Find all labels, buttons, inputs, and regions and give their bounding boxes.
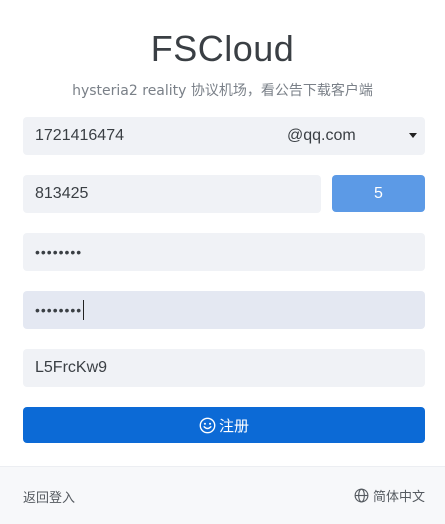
globe-icon: [354, 488, 369, 503]
send-code-button[interactable]: 5: [332, 175, 425, 212]
verification-code-value: 813425: [35, 185, 89, 202]
captcha-input[interactable]: L5FrcKw9: [23, 349, 425, 387]
language-label: 简体中文: [372, 490, 425, 505]
captcha-value: L5FrcKw9: [35, 359, 108, 376]
text-caret: [83, 300, 85, 320]
register-button[interactable]: 注册: [23, 407, 425, 443]
footer: 返回登入 简体中文: [0, 466, 445, 524]
language-switcher[interactable]: 简体中文: [354, 486, 425, 505]
password-value: ••••••••: [35, 244, 83, 260]
email-domain-select[interactable]: @qq.com: [287, 117, 425, 155]
confirm-password-input[interactable]: ••••••••: [23, 291, 425, 329]
password-input[interactable]: ••••••••: [23, 233, 425, 271]
register-label: 注册: [218, 416, 249, 435]
email-domain-value: @qq.com: [287, 127, 356, 144]
register-card: FSCloud hysteria2 reality 协议机场，看公告下载客户端 …: [0, 0, 445, 524]
email-user-input[interactable]: 1721416474: [35, 127, 124, 145]
confirm-password-value: ••••••••: [35, 302, 83, 318]
app-subtitle: hysteria2 reality 协议机场，看公告下载客户端: [72, 83, 373, 99]
verification-row: 813425 5: [23, 175, 425, 213]
app-title: FSCloud: [150, 28, 295, 69]
email-field[interactable]: 1721416474 @qq.com: [23, 117, 425, 155]
verification-code-input[interactable]: 813425: [23, 175, 321, 213]
back-to-login-link[interactable]: 返回登入: [23, 487, 75, 506]
caret-down-icon: [409, 133, 417, 138]
smile-icon: [199, 417, 216, 433]
